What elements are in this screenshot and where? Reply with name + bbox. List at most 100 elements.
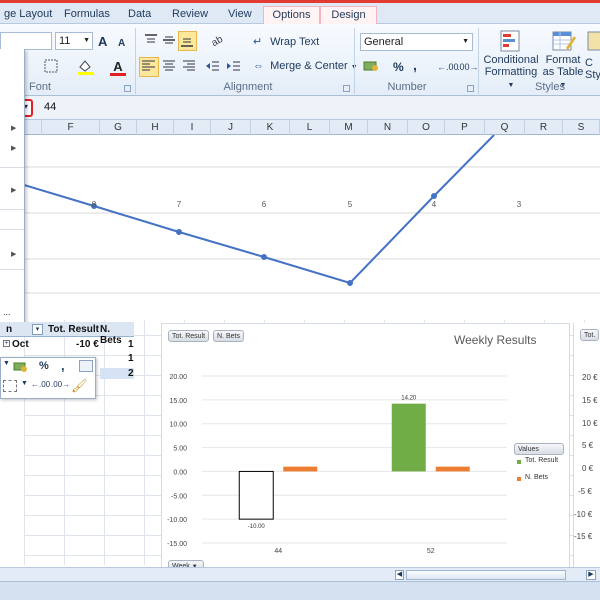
column-header-n[interactable]: N xyxy=(368,120,408,135)
align-bottom-icon[interactable] xyxy=(178,31,197,51)
accounting-format-icon[interactable] xyxy=(362,57,388,77)
tab-options[interactable]: Options xyxy=(263,6,320,24)
chevron-down-icon[interactable]: ▼ xyxy=(21,380,28,387)
merge-center-button[interactable]: ⇔ Merge & Center ▼ xyxy=(252,56,359,76)
orientation-icon[interactable]: ab xyxy=(208,31,234,51)
conditional-formatting-icon xyxy=(500,30,520,52)
borders-icon[interactable] xyxy=(42,57,60,77)
comma-style-button[interactable]: , xyxy=(61,358,65,373)
legend-values-button[interactable]: Values xyxy=(514,443,564,455)
tab-review[interactable]: Review xyxy=(168,6,212,24)
y-tick-label: 20.00 xyxy=(169,374,187,381)
number-group-label: Number xyxy=(387,81,427,93)
scroll-left-icon[interactable]: ◀ xyxy=(395,570,404,580)
align-center-icon[interactable] xyxy=(160,57,178,77)
arrow-left-icon: ← xyxy=(31,380,39,389)
scroll-thumb[interactable] xyxy=(406,570,566,580)
column-header-m[interactable]: M xyxy=(330,120,368,135)
line-point xyxy=(347,280,353,286)
conditional-formatting-button[interactable]: Conditional Formatting ▼ xyxy=(482,28,540,89)
pivot-header-tot-result: Tot. Result xyxy=(48,324,99,335)
scroll-right-icon[interactable]: ▶ xyxy=(586,570,596,580)
column-header-q[interactable]: Q xyxy=(485,120,525,135)
column-header-p[interactable]: P xyxy=(445,120,485,135)
bar-n-bets-52[interactable] xyxy=(435,466,470,472)
expand-icon[interactable]: + xyxy=(3,340,10,347)
borders-icon[interactable] xyxy=(3,380,17,392)
context-menu[interactable]: ▶ ▶ ▶ ▶ ... xyxy=(0,49,25,330)
column-header-k[interactable]: K xyxy=(251,120,290,135)
number-dialog-launcher-icon[interactable] xyxy=(467,85,474,92)
comma-style-button[interactable]: , xyxy=(412,55,418,75)
number-format-dropdown[interactable]: General ▼ xyxy=(360,33,473,51)
mini-toolbar[interactable]: ▼ % , ▼ ←.00 .00→ 🖌 xyxy=(0,357,96,399)
column-header-g[interactable]: G xyxy=(100,120,137,135)
decrease-decimal-button[interactable]: .00→ xyxy=(456,57,480,77)
column-header-r[interactable]: R xyxy=(525,120,563,135)
tab-formulas[interactable]: Formulas xyxy=(60,6,114,24)
increase-decimal-button[interactable]: ←.00 xyxy=(31,380,50,389)
x-category-label: 52 xyxy=(427,548,435,555)
filter-dropdown-icon[interactable]: ▾ xyxy=(32,324,43,335)
decrease-indent-icon[interactable] xyxy=(203,57,221,77)
formula-input[interactable]: 44 xyxy=(44,101,56,113)
column-header-f[interactable]: F xyxy=(42,120,100,135)
alignment-group-label: Alignment xyxy=(223,81,273,93)
horizontal-scrollbar[interactable]: ◀ ▶ xyxy=(0,567,600,581)
column-header-i[interactable]: I xyxy=(174,120,211,135)
more-icon[interactable]: ... xyxy=(3,307,11,317)
column-header-s[interactable]: S xyxy=(563,120,600,135)
pivot-chart[interactable]: Tot. Result N. Bets Weekly Results 20.00… xyxy=(161,323,570,572)
chevron-right-icon[interactable]: ▶ xyxy=(11,124,16,132)
grow-font-button[interactable]: A xyxy=(97,32,108,52)
format-as-table-button[interactable]: Format as Table ▼ xyxy=(541,28,585,89)
merge-cells-icon: ⇔ xyxy=(253,60,264,72)
align-right-icon[interactable] xyxy=(180,57,198,77)
font-color-button[interactable]: A xyxy=(107,57,129,77)
bar-tot-result-52[interactable] xyxy=(391,403,426,472)
column-header-h[interactable]: H xyxy=(137,120,174,135)
increase-indent-icon[interactable] xyxy=(224,57,242,77)
tab-design[interactable]: Design xyxy=(320,6,377,24)
shrink-font-button[interactable]: A xyxy=(117,34,126,54)
tab-page-layout[interactable]: ge Layout xyxy=(0,6,56,24)
tab-view[interactable]: View xyxy=(224,6,256,24)
column-header-l[interactable]: L xyxy=(290,120,330,135)
pivot-cell-bets: 1 xyxy=(128,353,134,364)
alignment-dialog-launcher-icon[interactable] xyxy=(343,85,350,92)
accounting-format-icon[interactable] xyxy=(13,360,35,374)
format-cells-icon[interactable] xyxy=(79,360,93,372)
chevron-right-icon[interactable]: ▶ xyxy=(11,144,16,152)
wrap-text-button[interactable]: ↵ Wrap Text xyxy=(252,32,320,52)
percent-style-button[interactable]: % xyxy=(392,57,405,77)
tick-label: -5 € xyxy=(578,487,592,496)
chevron-down-icon[interactable]: ▼ xyxy=(3,360,10,367)
chevron-right-icon[interactable]: ▶ xyxy=(11,186,16,194)
group-divider xyxy=(135,28,136,94)
font-dialog-launcher-icon[interactable] xyxy=(124,85,131,92)
x-category-label: 44 xyxy=(274,548,282,555)
align-middle-icon[interactable] xyxy=(160,31,178,51)
tab-data[interactable]: Data xyxy=(124,6,155,24)
cell-styles-button[interactable]: C Sty xyxy=(585,28,600,80)
column-header-j[interactable]: J xyxy=(211,120,251,135)
formula-bar xyxy=(0,96,600,120)
bar-tot-result-44[interactable] xyxy=(238,470,274,520)
fill-color-icon[interactable] xyxy=(75,57,97,77)
line-chart[interactable]: 8 7 6 5 4 3 xyxy=(24,135,600,320)
format-painter-icon[interactable]: 🖌 xyxy=(71,378,88,394)
decrease-decimal-label: .00 xyxy=(51,380,63,389)
ribbon-tab-bar: ge Layout Formulas Data Review View Opti… xyxy=(0,3,600,24)
second-chart[interactable]: Tot. 20 € 15 € 10 € 5 € 0 € -5 € -10 € -… xyxy=(573,323,600,569)
decrease-decimal-button[interactable]: .00→ xyxy=(51,380,70,389)
column-header-e[interactable] xyxy=(24,120,42,135)
align-left-icon[interactable] xyxy=(139,57,159,77)
line-point xyxy=(261,254,267,260)
chevron-right-icon[interactable]: ▶ xyxy=(11,250,16,258)
font-size-box[interactable]: 11 ▼ xyxy=(55,32,93,50)
bar-n-bets-44[interactable] xyxy=(283,466,318,472)
percent-style-button[interactable]: % xyxy=(39,360,49,372)
font-name-box[interactable] xyxy=(0,32,52,50)
column-header-o[interactable]: O xyxy=(408,120,445,135)
align-top-icon[interactable] xyxy=(142,31,160,51)
